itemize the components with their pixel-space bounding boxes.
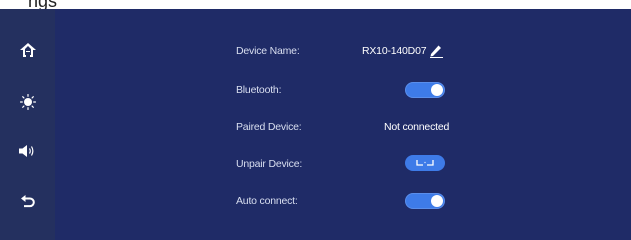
toggle-knob bbox=[431, 195, 443, 207]
paired-device-value: Not connected bbox=[384, 121, 450, 133]
auto-connect-toggle[interactable] bbox=[405, 193, 445, 209]
brightness-icon bbox=[19, 94, 36, 110]
unpair-device-button[interactable] bbox=[405, 155, 445, 171]
bluetooth-label: Bluetooth: bbox=[236, 84, 282, 96]
back-icon bbox=[20, 195, 35, 208]
home-button[interactable] bbox=[0, 32, 55, 68]
edit-underline bbox=[430, 57, 443, 59]
volume-button[interactable] bbox=[0, 133, 55, 169]
app-window: Device Name: RX10-140D07 Bluetooth: Pair… bbox=[0, 9, 631, 240]
bluetooth-toggle[interactable] bbox=[405, 82, 445, 98]
unlink-icon bbox=[416, 160, 434, 166]
back-button[interactable] bbox=[0, 184, 55, 220]
toggle-knob bbox=[431, 84, 443, 96]
home-icon bbox=[19, 43, 36, 57]
brightness-button[interactable] bbox=[0, 84, 55, 120]
auto-connect-label: Auto connect: bbox=[236, 195, 298, 207]
pencil-icon bbox=[430, 45, 441, 57]
device-name-value: RX10-140D07 bbox=[362, 45, 427, 57]
settings-panel: Device Name: RX10-140D07 Bluetooth: Pair… bbox=[55, 9, 631, 240]
paired-device-label: Paired Device: bbox=[236, 121, 302, 133]
device-name-label: Device Name: bbox=[236, 45, 300, 57]
unpair-device-label: Unpair Device: bbox=[236, 158, 303, 170]
volume-icon bbox=[18, 145, 33, 157]
sidebar bbox=[0, 9, 55, 240]
edit-name-button[interactable] bbox=[430, 44, 442, 62]
